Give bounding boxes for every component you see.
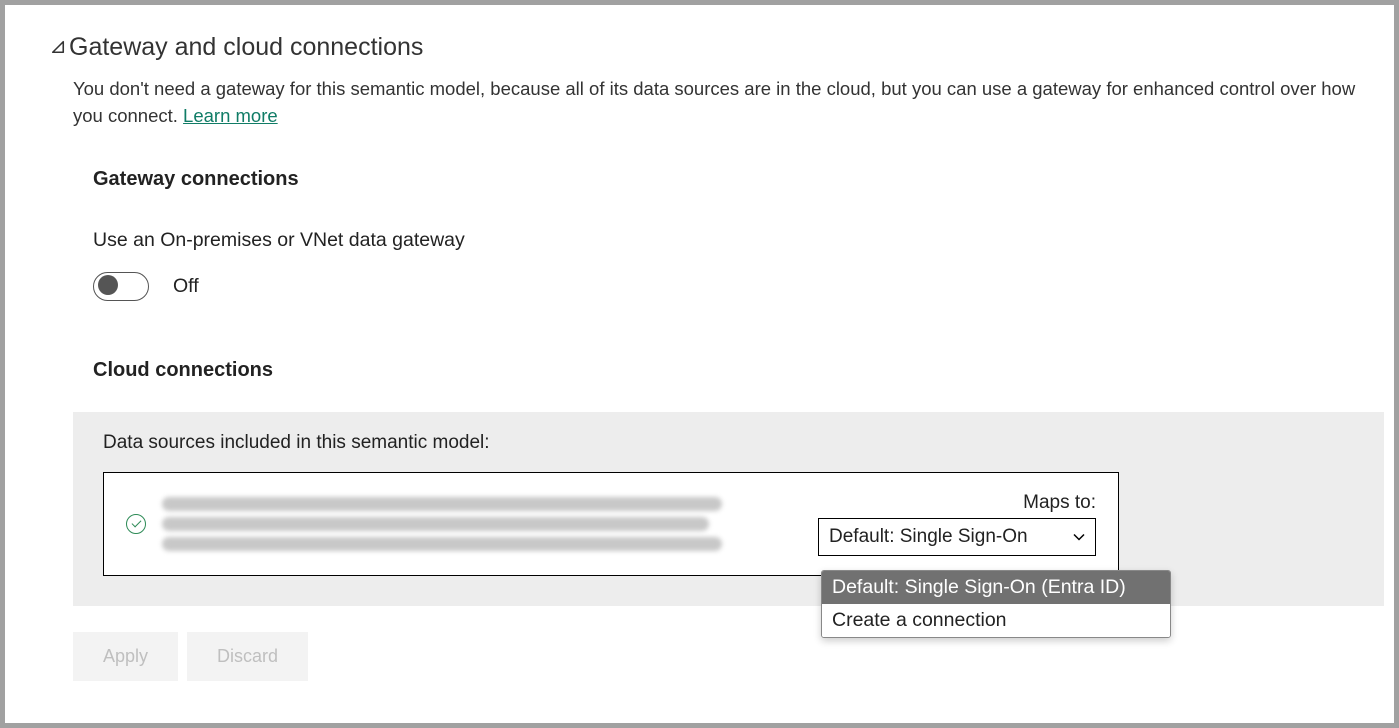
learn-more-link[interactable]: Learn more (183, 105, 278, 126)
data-sources-container: Data sources included in this semantic m… (73, 412, 1384, 606)
discard-button[interactable]: Discard (187, 632, 308, 681)
gateway-toggle-switch[interactable] (93, 272, 149, 301)
data-source-card: Maps to: Default: Single Sign-On Default… (103, 472, 1119, 576)
apply-button[interactable]: Apply (73, 632, 178, 681)
checkmark-icon (126, 514, 146, 534)
section-title: Gateway and cloud connections (69, 33, 423, 62)
data-source-connection-string (162, 491, 798, 557)
maps-to-dropdown-menu: Default: Single Sign-On (Entra ID) Creat… (821, 570, 1171, 638)
maps-to-dropdown[interactable]: Default: Single Sign-On (818, 518, 1096, 556)
maps-to-label: Maps to: (818, 492, 1096, 514)
toggle-knob (98, 275, 118, 295)
gateway-toggle-row: Off (93, 272, 1384, 301)
cloud-subsection: Cloud connections (93, 359, 1384, 382)
settings-panel: Gateway and cloud connections You don't … (5, 5, 1394, 723)
section-header: Gateway and cloud connections (51, 33, 1384, 62)
dropdown-selected-text: Default: Single Sign-On (829, 526, 1028, 548)
gateway-subsection: Gateway connections Use an On-premises o… (93, 168, 1384, 301)
section-description: You don't need a gateway for this semant… (73, 76, 1374, 130)
cloud-connections-title: Cloud connections (93, 359, 1384, 382)
gateway-toggle-label: Use an On-premises or VNet data gateway (93, 229, 1384, 252)
data-sources-label: Data sources included in this semantic m… (103, 432, 1354, 454)
action-buttons: Apply Discard (73, 632, 1384, 681)
dropdown-option-sso[interactable]: Default: Single Sign-On (Entra ID) (822, 571, 1170, 604)
gateway-connections-title: Gateway connections (93, 168, 1384, 191)
dropdown-option-create[interactable]: Create a connection (822, 604, 1170, 637)
gateway-toggle-state: Off (173, 275, 199, 298)
collapse-triangle-icon[interactable] (51, 40, 65, 54)
maps-to-area: Maps to: Default: Single Sign-On (818, 492, 1096, 556)
chevron-down-icon (1073, 533, 1085, 541)
